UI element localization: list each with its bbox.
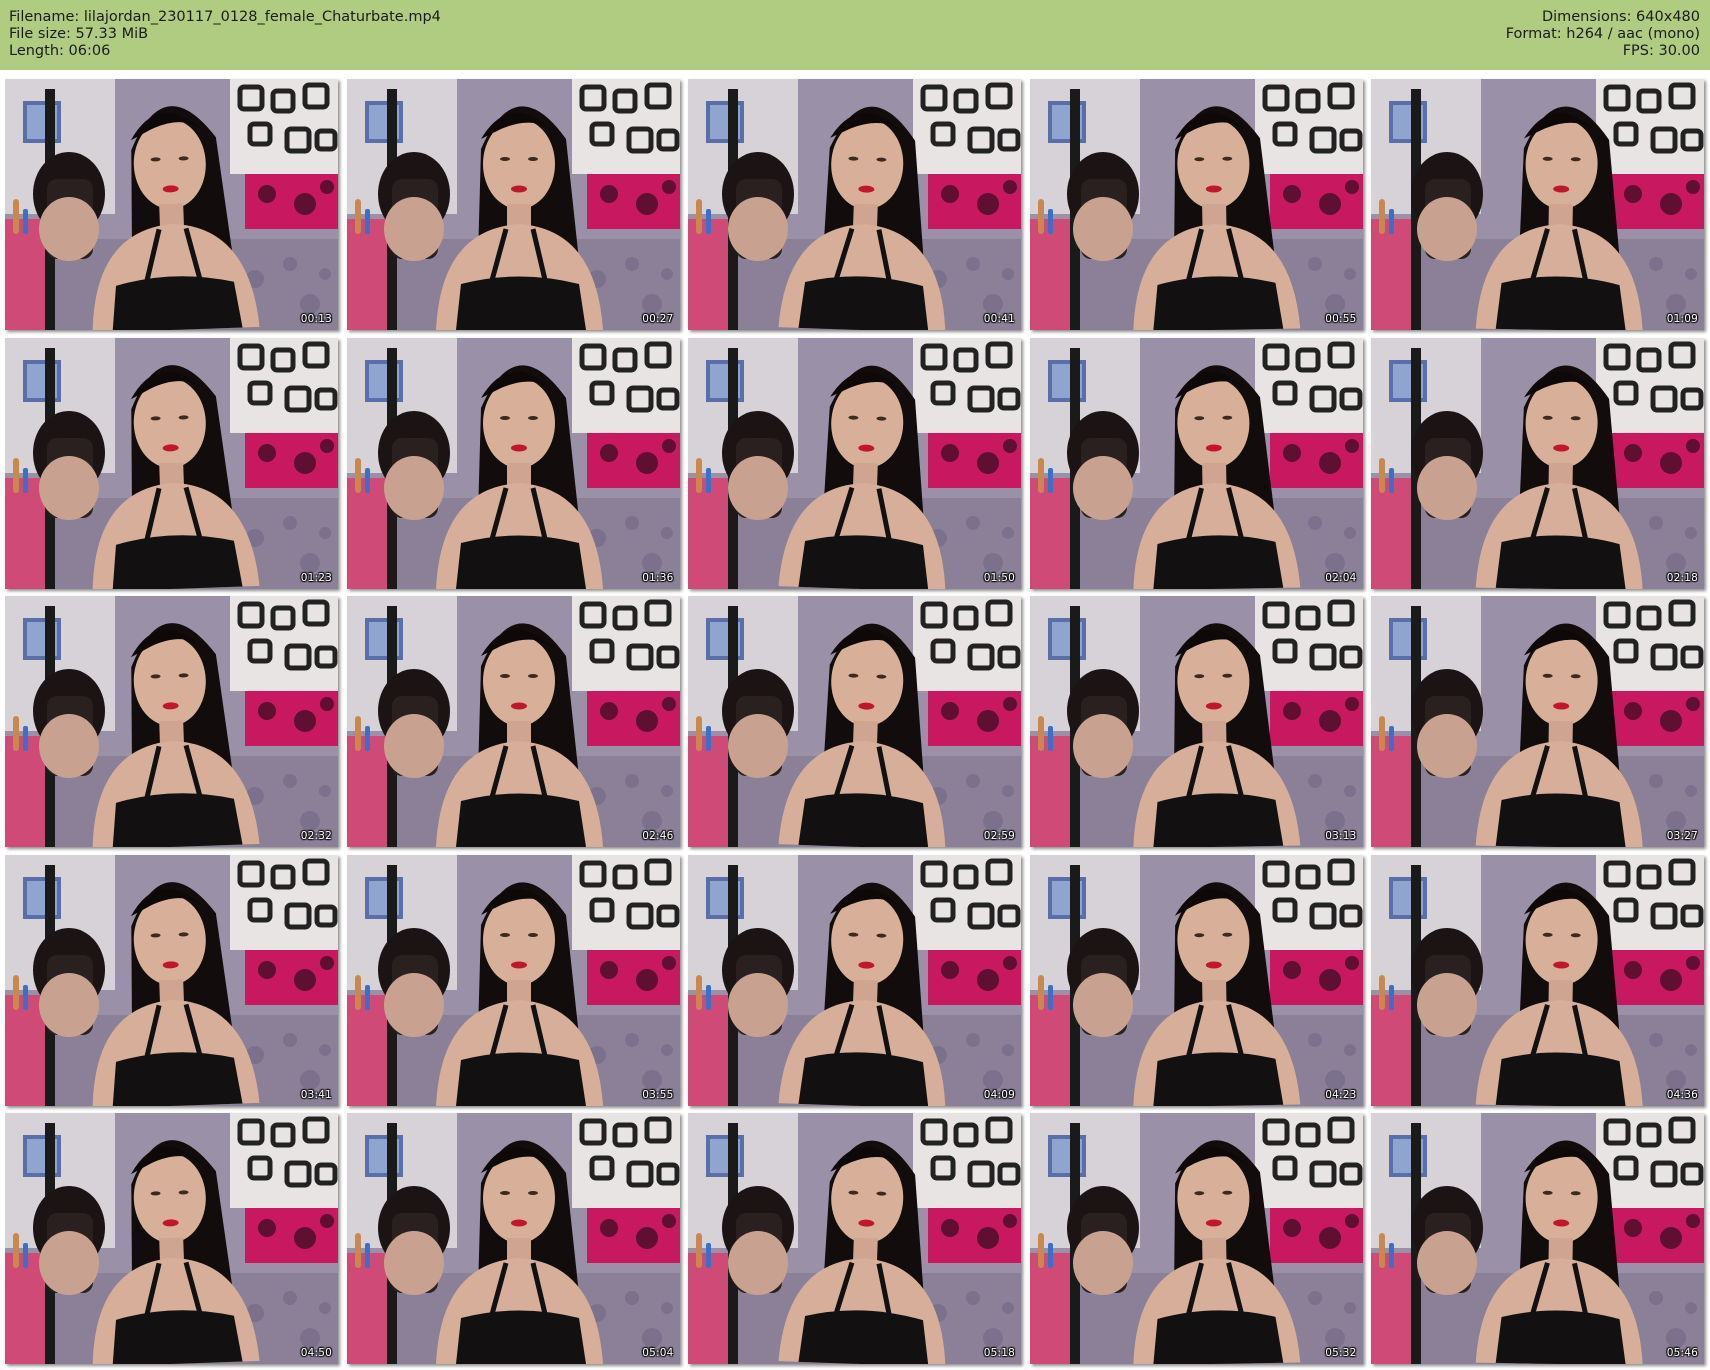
video-thumbnail: 00:55 bbox=[1029, 79, 1363, 330]
frame-image bbox=[688, 854, 1021, 1106]
timestamp-label: 04:36 bbox=[1666, 1088, 1698, 1101]
timestamp-label: 04:23 bbox=[1325, 1088, 1357, 1101]
filename-text: Filename: lilajordan_230117_0128_female_… bbox=[9, 9, 441, 25]
timestamp-label: 01:23 bbox=[300, 571, 332, 584]
timestamp-label: 02:46 bbox=[642, 830, 674, 842]
frame-image bbox=[1371, 1113, 1704, 1364]
frame-image bbox=[5, 337, 338, 589]
frame-image bbox=[5, 79, 338, 330]
video-thumbnail: 03:41 bbox=[5, 854, 338, 1106]
frame-image bbox=[1371, 596, 1704, 847]
timestamp-label: 03:13 bbox=[1325, 830, 1357, 842]
frame-image bbox=[346, 1113, 680, 1364]
frame-image bbox=[688, 1113, 1021, 1364]
fps-text: FPS: 30.00 bbox=[1622, 43, 1700, 59]
dimensions-text: Dimensions: 640x480 bbox=[1541, 9, 1700, 25]
video-thumbnail: 01:23 bbox=[5, 337, 338, 589]
timestamp-label: 02:18 bbox=[1666, 571, 1698, 584]
timestamp-label: 05:46 bbox=[1666, 1347, 1698, 1359]
frame-image bbox=[688, 596, 1021, 847]
timestamp-label: 01:36 bbox=[642, 571, 674, 584]
frame-image bbox=[5, 596, 338, 847]
timestamp-label: 00:55 bbox=[1325, 313, 1357, 325]
video-thumbnail: 05:04 bbox=[346, 1113, 680, 1364]
timestamp-label: 03:41 bbox=[300, 1088, 332, 1101]
video-thumbnail: 04:50 bbox=[5, 1113, 338, 1364]
timestamp-label: 00:41 bbox=[983, 313, 1015, 325]
file-info-right: Dimensions: 640x480 Format: h264 / aac (… bbox=[1506, 9, 1700, 60]
video-thumbnail: 01:50 bbox=[688, 337, 1021, 589]
timestamp-label: 01:50 bbox=[983, 571, 1015, 584]
filesize-text: File size: 57.33 MiB bbox=[9, 26, 149, 42]
video-thumbnail: 02:32 bbox=[5, 596, 338, 847]
frame-image bbox=[5, 1113, 338, 1364]
video-thumbnail: 02:59 bbox=[688, 596, 1021, 847]
frame-image bbox=[346, 854, 680, 1106]
frame-image bbox=[1029, 854, 1363, 1106]
video-thumbnail: 01:36 bbox=[346, 337, 680, 589]
video-thumbnail: 03:27 bbox=[1371, 596, 1704, 847]
video-thumbnail: 01:09 bbox=[1371, 79, 1704, 330]
frame-image bbox=[1029, 337, 1363, 589]
timestamp-label: 02:32 bbox=[300, 830, 332, 842]
frame-image bbox=[688, 337, 1021, 589]
timestamp-label: 02:59 bbox=[983, 830, 1015, 842]
timestamp-label: 01:09 bbox=[1666, 313, 1698, 325]
frame-image bbox=[1371, 337, 1704, 589]
video-thumbnail: 05:18 bbox=[688, 1113, 1021, 1364]
video-thumbnail: 05:32 bbox=[1029, 1113, 1363, 1364]
video-thumbnail: 03:13 bbox=[1029, 596, 1363, 847]
frame-image bbox=[346, 337, 680, 589]
thumbnail-grid: 00:13 00:27 00:41 00:55 01:09 01:23 01:36 01:50… bbox=[5, 79, 1705, 1364]
length-text: Length: 06:06 bbox=[9, 43, 111, 59]
video-thumbnail: 00:27 bbox=[346, 79, 680, 330]
timestamp-label: 05:04 bbox=[642, 1347, 674, 1359]
video-thumbnail: 02:18 bbox=[1371, 337, 1704, 589]
video-thumbnail: 04:23 bbox=[1029, 854, 1363, 1106]
video-thumbnail: 04:36 bbox=[1371, 854, 1704, 1106]
video-thumbnail: 00:41 bbox=[688, 79, 1021, 330]
frame-image bbox=[346, 596, 680, 847]
timestamp-label: 05:32 bbox=[1325, 1347, 1357, 1359]
info-header: Filename: lilajordan_230117_0128_female_… bbox=[0, 0, 1710, 70]
frame-image bbox=[688, 79, 1021, 330]
frame-image bbox=[5, 854, 338, 1106]
frame-image bbox=[1029, 596, 1363, 847]
timestamp-label: 03:27 bbox=[1666, 830, 1698, 842]
video-thumbnail: 02:04 bbox=[1029, 337, 1363, 589]
format-text: Format: h264 / aac (mono) bbox=[1505, 26, 1700, 42]
timestamp-label: 04:50 bbox=[300, 1347, 332, 1359]
video-thumbnail: 03:55 bbox=[346, 854, 680, 1106]
frame-image bbox=[1029, 79, 1363, 330]
timestamp-label: 00:13 bbox=[300, 313, 332, 325]
video-thumbnail: 02:46 bbox=[346, 596, 680, 847]
video-thumbnail: 04:09 bbox=[688, 854, 1021, 1106]
frame-image bbox=[1029, 1113, 1363, 1364]
video-thumbnail: 05:46 bbox=[1371, 1113, 1704, 1364]
frame-image bbox=[346, 79, 680, 330]
timestamp-label: 00:27 bbox=[642, 313, 674, 325]
timestamp-label: 03:55 bbox=[642, 1088, 674, 1101]
frame-image bbox=[1371, 854, 1704, 1106]
video-thumbnail: 00:13 bbox=[5, 79, 338, 330]
timestamp-label: 05:18 bbox=[983, 1347, 1015, 1359]
file-info-left: Filename: lilajordan_230117_0128_female_… bbox=[9, 9, 441, 60]
frame-image bbox=[1371, 79, 1704, 330]
timestamp-label: 02:04 bbox=[1325, 571, 1357, 584]
timestamp-label: 04:09 bbox=[983, 1088, 1015, 1101]
